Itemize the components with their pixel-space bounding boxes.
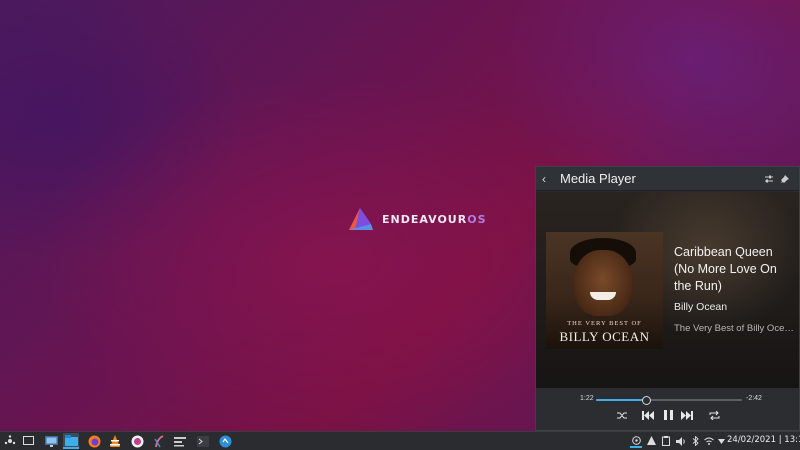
- skip-forward-icon: [681, 411, 693, 420]
- next-button[interactable]: [679, 410, 695, 426]
- seek-slider-fill: [596, 399, 646, 401]
- configure-icon[interactable]: [761, 171, 777, 187]
- seek-slider[interactable]: [596, 396, 742, 405]
- endeavouros-logo: ENDEAVOUROS: [346, 206, 487, 232]
- previous-button[interactable]: [640, 410, 656, 426]
- pause-button[interactable]: [660, 410, 676, 426]
- file-manager-icon[interactable]: [63, 433, 79, 449]
- volume-icon[interactable]: [675, 434, 687, 448]
- album-art-subtitle: THE VERY BEST OF: [567, 320, 642, 327]
- track-info: Caribbean Queen (No More Love On the Run…: [674, 244, 794, 334]
- seek-slider-handle[interactable]: [641, 396, 651, 405]
- clock-separator: |: [778, 435, 782, 445]
- digital-clock[interactable]: 24/02/2021 | 13:19: [727, 435, 800, 445]
- pause-icon: [663, 410, 673, 420]
- media-player-popup: ‹ Media Player THE VERY BEST OF BILLY OC…: [535, 166, 800, 431]
- firefox-icon[interactable]: [86, 433, 102, 449]
- now-playing-area: THE VERY BEST OF BILLY OCEAN Caribbean Q…: [536, 192, 799, 388]
- logo-text: ENDEAVOUROS: [382, 212, 487, 226]
- skip-back-icon: [642, 411, 654, 420]
- shuffle-button[interactable]: [614, 410, 630, 426]
- playback-controls: 1:22 -2:42: [536, 388, 799, 430]
- expand-tray-icon[interactable]: [715, 434, 727, 448]
- network-icon[interactable]: [703, 434, 715, 448]
- konsole-icon[interactable]: [195, 433, 211, 449]
- shuffle-icon: [616, 412, 627, 419]
- seek-row: 1:22 -2:42: [536, 394, 799, 406]
- system-monitor-icon[interactable]: [43, 433, 59, 449]
- welcome-icon[interactable]: [217, 433, 233, 449]
- track-artist: Billy Ocean: [674, 301, 728, 313]
- media-player-title: Media Player: [560, 171, 636, 186]
- endeavouros-logo-icon: [349, 208, 373, 230]
- repeat-button[interactable]: [706, 410, 722, 426]
- krita-icon[interactable]: [151, 433, 167, 449]
- repeat-icon: [709, 410, 719, 421]
- album-art: THE VERY BEST OF BILLY OCEAN: [546, 232, 663, 349]
- clipboard-icon[interactable]: [660, 434, 672, 448]
- pin-icon[interactable]: [777, 171, 793, 187]
- show-desktop-icon[interactable]: [20, 433, 36, 449]
- task-list-icon[interactable]: [172, 433, 188, 449]
- media-player-tray-icon[interactable]: [630, 434, 642, 448]
- chevron-left-icon[interactable]: ‹: [542, 172, 556, 186]
- bluetooth-icon[interactable]: [689, 434, 701, 448]
- application-launcher-icon[interactable]: [2, 433, 18, 449]
- album-art-portrait: [574, 250, 632, 316]
- clock-date: 24/02/2021: [727, 435, 776, 445]
- remaining-time: -2:42: [746, 395, 762, 402]
- taskbar: 24/02/2021 | 13:19: [0, 431, 800, 450]
- gitkraken-icon[interactable]: [129, 433, 145, 449]
- transport-buttons: [536, 410, 799, 426]
- track-title: Caribbean Queen (No More Love On the Run…: [674, 245, 777, 293]
- track-album: The Very Best of Billy Oce…: [674, 323, 794, 334]
- album-art-name: BILLY OCEAN: [559, 329, 650, 344]
- clock-time: 13:19: [784, 435, 800, 445]
- elapsed-time: 1:22: [580, 395, 594, 402]
- vlc-icon[interactable]: [107, 433, 123, 449]
- updates-icon[interactable]: [645, 434, 657, 448]
- media-player-header: ‹ Media Player: [536, 167, 799, 191]
